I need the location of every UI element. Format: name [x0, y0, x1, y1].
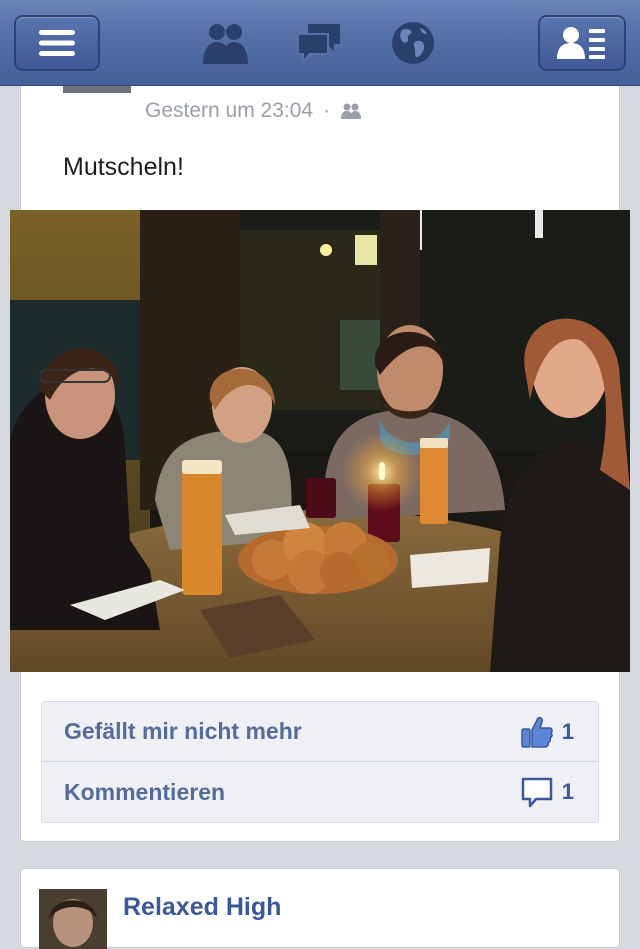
next-news-feed-post: Relaxed High	[20, 868, 620, 949]
friends-audience-icon	[341, 103, 362, 119]
messages-button[interactable]	[294, 20, 344, 66]
messages-icon	[297, 24, 340, 64]
unlike-label: Gefällt mir nicht mehr	[64, 718, 302, 744]
menu-button[interactable]	[14, 15, 100, 71]
avatar-photo	[39, 889, 107, 949]
post-timestamp[interactable]: Gestern um 23:04	[145, 99, 313, 123]
post-message: Mutscheln!	[63, 153, 184, 181]
post-photo[interactable]	[10, 210, 630, 672]
comment-bubble-icon	[521, 777, 553, 808]
unlike-button[interactable]: Gefällt mir nicht mehr 1	[42, 702, 598, 762]
contacts-button[interactable]	[538, 15, 626, 71]
post-actions: Gefällt mir nicht mehr 1 Kommentieren 1	[41, 701, 599, 823]
like-count: 1	[561, 718, 574, 744]
photo-image	[10, 210, 630, 672]
next-author-avatar[interactable]	[39, 889, 107, 949]
post-meta: Gestern um 23:04 ·	[145, 99, 362, 123]
meta-separator: ·	[323, 99, 331, 122]
comment-button[interactable]: Kommentieren 1	[42, 762, 598, 822]
thumbs-up-icon	[521, 716, 553, 748]
contacts-list-icon	[557, 27, 605, 59]
comment-count: 1	[561, 779, 574, 804]
notifications-button[interactable]	[388, 20, 438, 66]
next-author-name[interactable]: Relaxed High	[123, 893, 281, 922]
friend-requests-button[interactable]	[200, 20, 250, 66]
top-navigation-bar	[0, 0, 640, 86]
menu-icon	[39, 30, 75, 56]
globe-icon	[392, 22, 434, 64]
comment-label: Kommentieren	[64, 778, 226, 805]
friend-requests-icon	[203, 24, 248, 64]
